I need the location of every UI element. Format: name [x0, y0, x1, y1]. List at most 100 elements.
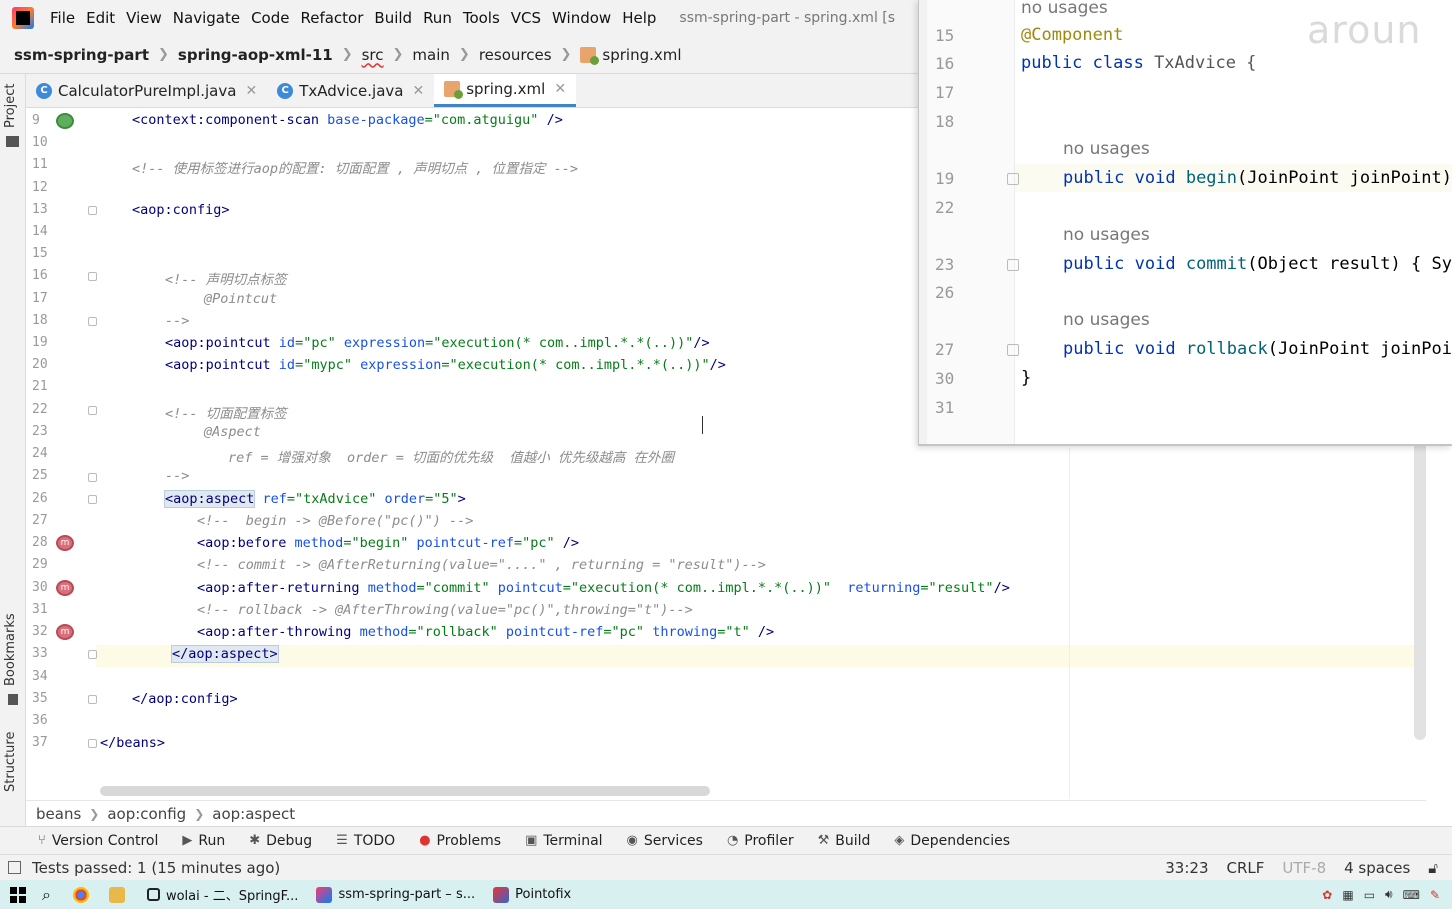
code-line-25: -->: [165, 468, 190, 484]
line-number: 29: [32, 557, 48, 572]
search-icon[interactable]: ⌕: [42, 885, 51, 905]
tab-tx-advice[interactable]: C TxAdvice.java ✕: [267, 74, 434, 107]
fold-icon[interactable]: [1007, 344, 1019, 356]
tray-pen-icon[interactable]: ✎: [1430, 888, 1440, 902]
fold-icon[interactable]: [88, 650, 97, 659]
code-line-23: @Aspect: [204, 424, 261, 440]
breadcrumb-aop-aspect[interactable]: aop:aspect: [212, 805, 295, 823]
tool-problems[interactable]: ● Problems: [419, 833, 501, 849]
tab-spring-xml[interactable]: spring.xml ✕: [434, 74, 577, 107]
fold-icon[interactable]: [1007, 259, 1019, 271]
line-number: 16: [32, 268, 48, 283]
fold-icon[interactable]: [1007, 173, 1019, 185]
close-icon[interactable]: ✕: [245, 83, 257, 99]
fold-icon[interactable]: [88, 695, 97, 704]
close-icon[interactable]: ✕: [412, 83, 424, 99]
line-number: 31: [935, 398, 955, 417]
fold-icon[interactable]: [88, 206, 97, 215]
menu-file[interactable]: File: [50, 9, 75, 27]
tray-app-icon[interactable]: ✿: [1322, 888, 1332, 902]
fold-icon[interactable]: [88, 317, 97, 326]
menu-vcs[interactable]: VCS: [511, 9, 541, 27]
input-method-icon[interactable]: ⌨: [1403, 888, 1420, 902]
project-tool-button[interactable]: Project: [3, 84, 18, 128]
nav-crumb-main[interactable]: main: [412, 46, 449, 64]
structure-tool-button[interactable]: Structure: [3, 732, 18, 792]
text-cursor: [702, 416, 704, 434]
file-explorer-icon[interactable]: [108, 886, 125, 903]
tray-grid-icon[interactable]: ▦: [1342, 888, 1353, 902]
menu-navigate[interactable]: Navigate: [173, 9, 240, 27]
tool-services[interactable]: ◉ Services: [627, 833, 703, 849]
line-number: 22: [935, 198, 955, 217]
taskbar-item-wolai[interactable]: wolai - 二、SpringF...: [146, 885, 298, 904]
nav-crumb-file[interactable]: spring.xml: [602, 46, 681, 64]
xml-file-icon: [444, 81, 464, 99]
caret-position[interactable]: 33:23: [1165, 859, 1208, 877]
bookmarks-tool-button[interactable]: Bookmarks: [3, 613, 18, 686]
taskbar-item-pointofix[interactable]: Pointofix: [493, 886, 571, 903]
tab-label: TxAdvice.java: [299, 81, 404, 100]
line-number: 19: [32, 335, 48, 350]
left-tool-strip: Project Bookmarks Structure: [0, 74, 26, 826]
tool-build[interactable]: ⚒ Build: [818, 833, 871, 849]
status-message[interactable]: Tests passed: 1 (15 minutes ago): [32, 859, 280, 877]
horizontal-scrollbar[interactable]: [100, 786, 710, 796]
fold-icon[interactable]: [88, 406, 97, 415]
vertical-scrollbar[interactable]: [1414, 428, 1426, 740]
tool-profiler[interactable]: ◔ Profiler: [727, 833, 794, 849]
chrome-icon[interactable]: [72, 886, 89, 903]
tab-calculator-pure-impl[interactable]: C CalculatorPureImpl.java ✕: [26, 74, 267, 107]
menu-view[interactable]: View: [126, 9, 162, 27]
nav-crumb-project[interactable]: ssm-spring-part: [14, 46, 149, 64]
line-number: 30: [935, 369, 955, 388]
breadcrumb-aop-config[interactable]: aop:config: [107, 805, 186, 823]
spring-bean-icon[interactable]: [56, 113, 74, 129]
menu-code[interactable]: Code: [251, 9, 289, 27]
code-line-19: <aop:pointcut id="pc" expression="execut…: [165, 335, 710, 351]
tool-run[interactable]: ▶ Run: [182, 833, 225, 849]
line-number: 9: [32, 113, 40, 128]
panel-toggle-icon[interactable]: [8, 861, 21, 874]
chevron-right-icon: ❯: [560, 47, 572, 62]
nav-crumb-module[interactable]: spring-aop-xml-11: [178, 46, 333, 64]
close-icon[interactable]: ✕: [554, 81, 566, 97]
menu-run[interactable]: Run: [423, 9, 452, 27]
fold-icon[interactable]: [88, 272, 97, 281]
menu-tools[interactable]: Tools: [463, 9, 500, 27]
tool-debug[interactable]: ✱ Debug: [249, 833, 312, 849]
tool-version-control[interactable]: ⑂ Version Control: [38, 833, 158, 849]
windows-start-icon[interactable]: [10, 886, 26, 903]
line-number: 16: [935, 54, 955, 73]
line-separator[interactable]: CRLF: [1227, 859, 1265, 877]
method-marker-icon[interactable]: m: [56, 624, 74, 640]
taskbar-item-intellij[interactable]: ssm-spring-part – s...: [316, 886, 475, 903]
method-marker-icon[interactable]: m: [56, 580, 74, 596]
fold-icon[interactable]: [88, 495, 97, 504]
menu-window[interactable]: Window: [552, 9, 611, 27]
indent-setting[interactable]: 4 spaces: [1344, 859, 1410, 877]
network-icon[interactable]: ▭: [1364, 888, 1375, 902]
quick-definition-popup[interactable]: 15 16 17 18 19 22 23 26 27 30 31 no usag…: [918, 0, 1452, 446]
tool-todo[interactable]: ☰ TODO: [336, 833, 395, 849]
breadcrumb-beans[interactable]: beans: [36, 805, 81, 823]
menu-refactor[interactable]: Refactor: [300, 9, 363, 27]
line-number: 18: [32, 313, 48, 328]
lock-icon[interactable]: 🔓︎: [1428, 859, 1438, 877]
usage-hint: no usages: [1063, 139, 1150, 159]
tool-terminal[interactable]: ▣ Terminal: [525, 833, 602, 849]
watermark-logo: aroun: [1307, 8, 1422, 52]
line-number: 26: [32, 491, 48, 506]
nav-crumb-resources[interactable]: resources: [479, 46, 552, 64]
menu-edit[interactable]: Edit: [86, 9, 115, 27]
method-marker-icon[interactable]: m: [56, 535, 74, 551]
menu-help[interactable]: Help: [622, 9, 656, 27]
fold-icon[interactable]: [88, 739, 97, 748]
menu-build[interactable]: Build: [374, 9, 412, 27]
nav-crumb-src[interactable]: src: [362, 46, 384, 64]
fold-icon[interactable]: [88, 473, 97, 482]
line-number: 31: [32, 602, 48, 617]
volume-icon[interactable]: 🔊︎: [1385, 887, 1393, 902]
file-encoding[interactable]: UTF-8: [1282, 859, 1326, 877]
tool-dependencies[interactable]: ◈ Dependencies: [894, 833, 1010, 849]
